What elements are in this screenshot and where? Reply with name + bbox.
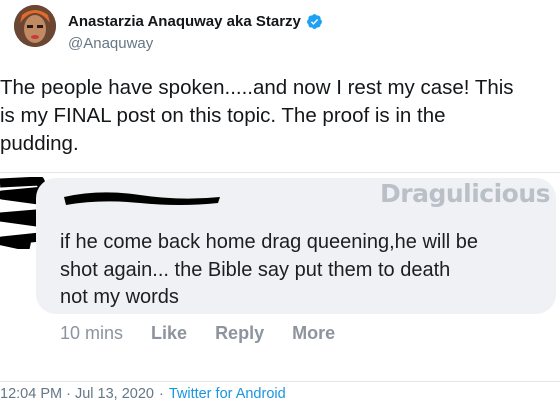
watermark-logo: Dragulicious — [380, 179, 551, 208]
comment-time: 10 mins — [60, 323, 124, 343]
author-handle[interactable]: @Anaquway — [68, 35, 153, 52]
tweet-text: The people have spoken.....and now I res… — [0, 76, 514, 155]
verified-badge-icon — [306, 14, 322, 29]
avatar[interactable] — [14, 5, 56, 47]
avatar-image — [14, 5, 56, 47]
meta-separator: · — [158, 386, 164, 402]
comment-reply-button: Reply — [215, 323, 265, 343]
comment-actions: 10 mins Like Reply More — [60, 323, 335, 344]
embedded-screenshot[interactable]: Dragulicious if he come back home drag q… — [0, 172, 560, 382]
tweet-meta: 12:04 PM · Jul 13, 2020 · Twitter for An… — [0, 386, 286, 402]
redacted-commenter-name — [64, 192, 220, 205]
comment-like-button: Like — [151, 323, 188, 343]
author-name-row[interactable]: Anastarzia Anaquway aka Starzy — [68, 13, 323, 30]
tweet-source-link[interactable]: Twitter for Android — [169, 386, 286, 402]
comment-more-button: More — [292, 323, 336, 343]
author-display-name[interactable]: Anastarzia Anaquway aka Starzy — [68, 13, 301, 30]
tweet-timestamp[interactable]: 12:04 PM · Jul 13, 2020 — [0, 386, 154, 402]
comment-text: if he come back home drag queening,he wi… — [60, 231, 479, 308]
